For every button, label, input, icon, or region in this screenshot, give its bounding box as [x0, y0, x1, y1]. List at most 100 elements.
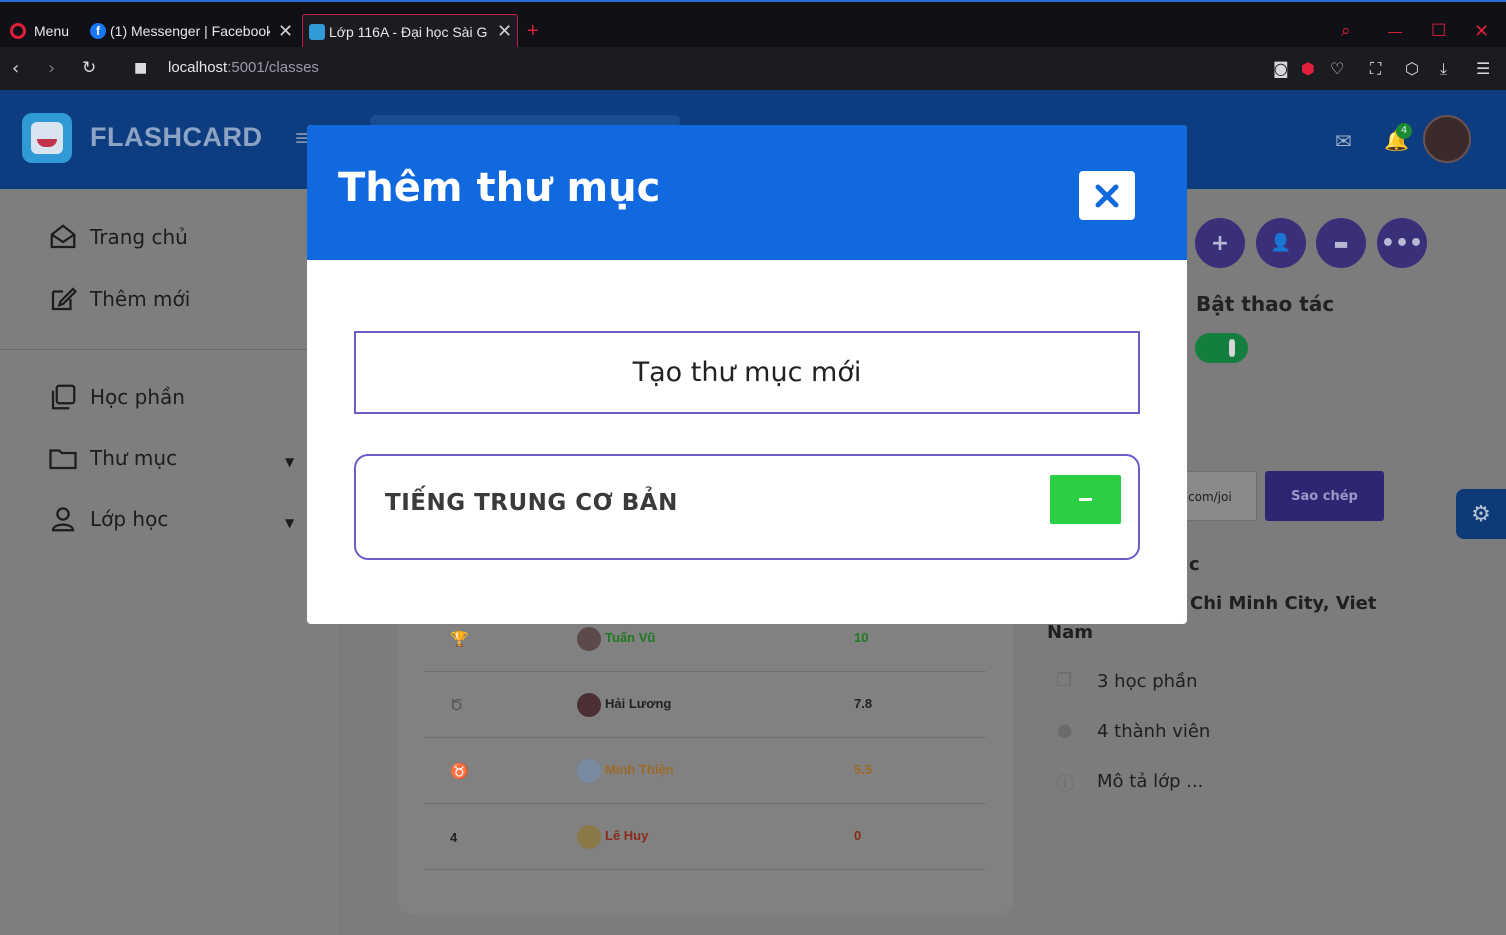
class-title-partial: c: [1189, 554, 1200, 575]
toggle-label: Bật thao tác: [1196, 292, 1335, 316]
avatar: [577, 759, 601, 783]
sidebar-item-label: Thêm mới: [90, 287, 191, 311]
easy-setup-icon[interactable]: ☰: [1476, 59, 1490, 78]
chevron-down-icon[interactable]: ▼: [285, 516, 294, 530]
actions-toggle[interactable]: [1195, 333, 1248, 363]
create-folder-button[interactable]: Tạo thư mục mới: [354, 331, 1140, 414]
sidebar-divider: [0, 349, 307, 350]
shield-icon[interactable]: ⬢: [1301, 59, 1315, 78]
folder-name: TIẾNG TRUNG CƠ BẢN: [385, 490, 678, 516]
back-icon[interactable]: ‹: [12, 58, 19, 79]
maximize-icon[interactable]: ☐: [1431, 14, 1446, 48]
lock-icon: ■: [134, 60, 148, 76]
bronze-medal-icon: ♉: [450, 763, 469, 780]
url-path: :5001/classes: [227, 59, 319, 76]
tab-messenger[interactable]: f (1) Messenger | Facebook ✕: [90, 14, 298, 48]
sidebar-item-home[interactable]: Trang chủ: [48, 222, 188, 252]
member-name[interactable]: Lê Huy: [605, 828, 648, 843]
user-icon: [51, 507, 75, 532]
modal-header: Thêm thư mục: [307, 125, 1187, 260]
sidebar-item-label: Lớp học: [90, 507, 169, 531]
avatar: [577, 825, 601, 849]
study-set-count: 3 học phần: [1097, 671, 1198, 692]
add-member-button[interactable]: 👤: [1256, 218, 1306, 268]
member-score: 0: [854, 828, 862, 843]
brand-name[interactable]: FLASHCARD: [90, 122, 263, 153]
tab-title: Lớp 116A - Đại học Sài G: [329, 23, 488, 40]
folder-icon: ▬: [1333, 233, 1349, 253]
search-icon[interactable]: ⌕: [1341, 14, 1351, 48]
gear-icon: ⚙: [1471, 501, 1491, 527]
settings-gear-button[interactable]: ⚙: [1456, 489, 1506, 539]
browser-tab-bar: Menu f (1) Messenger | Facebook ✕ Lớp 11…: [0, 0, 1506, 48]
ellipsis-icon: •••: [1380, 230, 1424, 256]
member-name[interactable]: Minh Thiện: [605, 762, 674, 777]
class-description[interactable]: Mô tả lớp ...: [1097, 771, 1203, 792]
edit-icon: [51, 287, 78, 311]
member-name[interactable]: Hải Lương: [605, 696, 671, 711]
chevron-down-icon[interactable]: ▼: [285, 455, 294, 469]
new-tab-button[interactable]: +: [527, 14, 539, 48]
close-icon: [1095, 184, 1119, 207]
close-modal-button[interactable]: [1079, 171, 1135, 220]
download-icon[interactable]: ⤓: [1440, 59, 1447, 79]
reload-icon[interactable]: ↻: [82, 58, 96, 78]
add-button[interactable]: +: [1195, 218, 1245, 268]
sidebar-item-study-sets[interactable]: Học phần: [48, 382, 185, 412]
table-row: 4 Lê Huy 0: [424, 804, 986, 870]
copy-button[interactable]: Sao chép: [1265, 471, 1384, 521]
close-tab-icon[interactable]: ✕: [497, 21, 512, 42]
info-icon: ⓘ: [1056, 774, 1074, 795]
heart-icon[interactable]: ♡: [1330, 59, 1344, 78]
avatar: [577, 627, 601, 651]
home-envelope-icon: [50, 224, 76, 249]
menu-label: Menu: [34, 23, 70, 39]
flashcard-favicon-icon: [309, 23, 325, 40]
folder-icon: [49, 449, 77, 470]
snapshot-icon[interactable]: ⛶: [1370, 59, 1381, 79]
browser-address-bar: ‹ › ↻ ■ localhost:5001/classes ◙ ⬢ ♡ ⛶ ⬡…: [0, 47, 1506, 90]
url-field[interactable]: localhost:5001/classes: [168, 59, 319, 76]
member-name[interactable]: Tuấn Vũ: [605, 630, 655, 645]
remove-folder-button[interactable]: [1050, 475, 1121, 524]
minimize-icon[interactable]: —: [1388, 14, 1402, 48]
table-row: Ծ Hải Lương 7.8: [424, 672, 986, 738]
sidebar-item-classes[interactable]: Lớp học: [48, 504, 168, 534]
rank-number: 4: [450, 830, 458, 845]
close-window-icon[interactable]: ✕: [1474, 14, 1489, 48]
member-score: 5.5: [854, 762, 873, 777]
opera-logo-icon: [10, 23, 26, 39]
tab-class-page[interactable]: Lớp 116A - Đại học Sài G ✕: [302, 14, 518, 48]
member-score: 10: [854, 630, 869, 645]
avatar[interactable]: [1423, 115, 1471, 163]
sidebar-item-add-new[interactable]: Thêm mới: [48, 284, 190, 314]
close-tab-icon[interactable]: ✕: [278, 21, 293, 42]
camera-icon[interactable]: ◙: [1273, 59, 1289, 78]
toggle-knob: [1229, 339, 1235, 357]
cube-icon[interactable]: ⬡: [1405, 59, 1419, 78]
avatar: [577, 693, 601, 717]
user-plus-icon: 👤: [1270, 233, 1292, 253]
flashcard-logo-icon[interactable]: [22, 113, 72, 163]
add-folder-button[interactable]: ▬: [1316, 218, 1366, 268]
invite-link-field[interactable]: com/joi: [1183, 471, 1257, 521]
folder-list-item: TIẾNG TRUNG CƠ BẢN: [354, 454, 1140, 560]
user-icon: ●: [1057, 720, 1073, 741]
sidebar-item-label: Trang chủ: [90, 225, 188, 249]
facebook-icon: f: [90, 23, 106, 39]
forward-icon[interactable]: ›: [48, 58, 55, 79]
class-location-line1: Chi Minh City, Viet: [1190, 593, 1377, 614]
modal-title: Thêm thư mục: [338, 165, 661, 211]
plus-icon: +: [1210, 230, 1230, 256]
sidebar-item-label: Học phần: [90, 385, 185, 409]
silver-medal-icon: Ծ: [450, 697, 463, 714]
sidebar-item-folders[interactable]: Thư mục: [48, 443, 177, 473]
browser-menu-button[interactable]: Menu: [10, 14, 69, 48]
tab-title: (1) Messenger | Facebook: [110, 23, 270, 39]
mail-icon[interactable]: ✉: [1335, 129, 1352, 153]
class-location-line2: Nam: [1047, 622, 1093, 643]
copy-icon: ❐: [1056, 670, 1073, 691]
more-button[interactable]: •••: [1377, 218, 1427, 268]
notification-badge: 4: [1396, 123, 1412, 139]
url-host: localhost: [168, 59, 228, 76]
